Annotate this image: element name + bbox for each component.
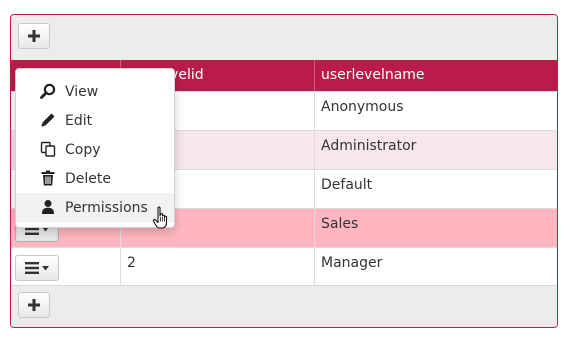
menu-item-view[interactable]: View — [16, 77, 174, 106]
cell-userlevelid: 2 — [120, 248, 314, 286]
column-header-userlevelname[interactable]: userlevelname — [314, 60, 557, 91]
caret-down-icon — [42, 265, 49, 270]
menu-item-permissions[interactable]: Permissions — [16, 193, 174, 222]
pencil-icon — [41, 113, 55, 127]
row-actions-dropdown-menu: View Edit Copy Delete Permissions — [15, 68, 175, 228]
menu-item-label: View — [65, 83, 99, 100]
row-actions-button[interactable] — [15, 255, 59, 281]
trash-icon — [41, 170, 55, 186]
table-row: 2 Manager — [11, 247, 557, 286]
menu-item-edit[interactable]: Edit — [16, 106, 174, 135]
menu-item-label: Permissions — [65, 199, 148, 216]
search-icon — [40, 83, 56, 99]
row-actions-cell — [11, 248, 120, 286]
cell-userlevelname: Manager — [314, 248, 557, 286]
plus-icon — [28, 299, 40, 311]
cell-userlevelname: Anonymous — [314, 92, 557, 130]
cell-userlevelname: Administrator — [314, 131, 557, 169]
menu-item-label: Copy — [65, 141, 101, 158]
cell-userlevelname: Default — [314, 170, 557, 208]
user-icon — [42, 200, 54, 214]
cell-userlevelname: Sales — [314, 209, 557, 247]
bars-icon — [25, 262, 39, 274]
hand-pointer-cursor-icon — [152, 206, 168, 229]
grid-bottom-toolbar — [11, 285, 557, 327]
grid-top-toolbar — [11, 15, 557, 60]
menu-item-delete[interactable]: Delete — [16, 164, 174, 193]
add-record-button-bottom[interactable] — [18, 292, 50, 318]
plus-icon — [28, 30, 40, 42]
add-record-button-top[interactable] — [18, 23, 50, 49]
copy-icon — [40, 141, 56, 157]
menu-item-label: Edit — [65, 112, 93, 129]
menu-item-label: Delete — [65, 170, 111, 187]
menu-item-copy[interactable]: Copy — [16, 135, 174, 164]
